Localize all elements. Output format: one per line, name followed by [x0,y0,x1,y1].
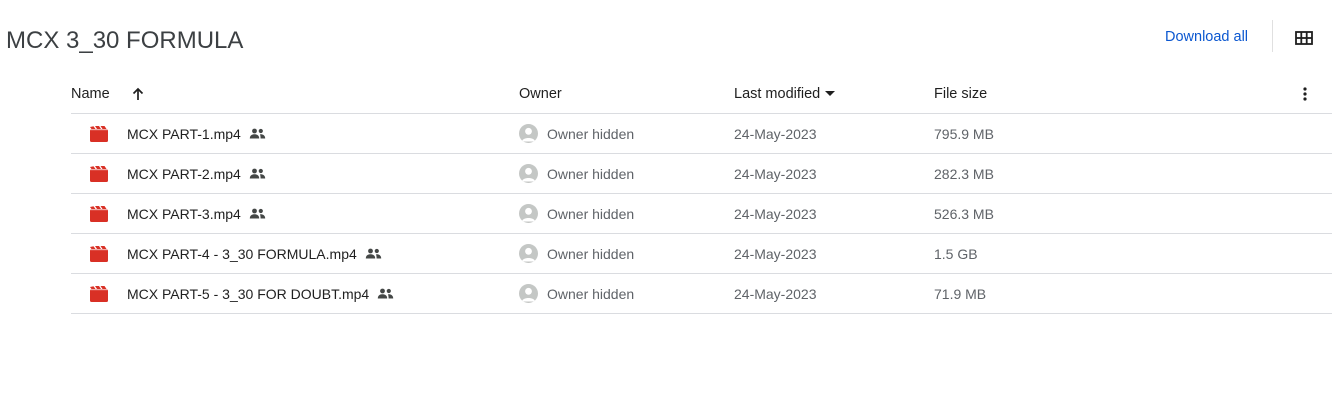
avatar-icon [519,204,538,223]
shared-people-icon [249,128,266,139]
owner-name: Owner hidden [547,205,635,222]
last-modified-cell: 24-May-2023 [734,125,817,142]
table-row[interactable]: MCX PART-5 - 3_30 FOR DOUBT.mp4 Owner hi… [71,274,1332,314]
shared-people-icon [365,248,382,259]
shared-people-icon [249,168,266,179]
file-name-cell[interactable]: MCX PART-5 - 3_30 FOR DOUBT.mp4 [127,274,394,313]
owner-cell: Owner hidden [519,234,634,273]
last-modified-cell: 24-May-2023 [734,205,817,222]
shared-people-icon [377,288,394,299]
video-file-icon [90,246,108,262]
file-size-cell: 795.9 MB [934,125,994,142]
avatar-icon [519,124,538,143]
shared-people-icon [249,208,266,219]
table-row[interactable]: MCX PART-2.mp4 Owner hidden 24-May-2023 … [71,154,1332,194]
header-divider [1272,20,1273,52]
avatar-icon [519,244,538,263]
table-row[interactable]: MCX PART-1.mp4 Owner hidden 24-May-2023 … [71,114,1332,154]
arrow-up-icon [132,87,144,100]
more-options-button[interactable] [1295,74,1315,113]
owner-cell: Owner hidden [519,194,634,233]
file-list-table: Name Owner Last modified File size MCX P… [71,74,1332,314]
owner-name: Owner hidden [547,125,635,142]
avatar-icon [519,284,538,303]
more-vert-icon [1303,86,1307,101]
file-size-cell: 71.9 MB [934,285,987,302]
last-modified-cell: 24-May-2023 [734,285,817,302]
table-row[interactable]: MCX PART-3.mp4 Owner hidden 24-May-2023 … [71,194,1332,234]
file-name: MCX PART-4 - 3_30 FORMULA.mp4 [127,245,357,262]
avatar-icon [519,164,538,183]
table-row[interactable]: MCX PART-4 - 3_30 FORMULA.mp4 Owner hidd… [71,234,1332,274]
file-size-cell: 526.3 MB [934,205,994,222]
column-header-last-modified[interactable]: Last modified [734,74,836,113]
column-header-name[interactable]: Name [71,74,110,113]
folder-header: MCX 3_30 FORMULA Download all [0,0,1337,78]
column-header-file-size[interactable]: File size [934,74,987,113]
video-file-icon [90,166,108,182]
owner-name: Owner hidden [547,285,635,302]
caret-down-icon [825,91,836,96]
owner-cell: Owner hidden [519,114,634,153]
last-modified-cell: 24-May-2023 [734,245,817,262]
file-name-cell[interactable]: MCX PART-1.mp4 [127,114,266,153]
download-all-button[interactable]: Download all [1165,28,1248,46]
video-file-icon [90,126,108,142]
table-header-row: Name Owner Last modified File size [71,74,1332,114]
file-name: MCX PART-2.mp4 [127,165,241,182]
column-header-last-modified-label: Last modified [734,85,821,102]
file-name: MCX PART-3.mp4 [127,205,241,222]
file-name-cell[interactable]: MCX PART-2.mp4 [127,154,266,193]
last-modified-cell: 24-May-2023 [734,165,817,182]
owner-name: Owner hidden [547,245,635,262]
owner-cell: Owner hidden [519,154,634,193]
owner-cell: Owner hidden [519,274,634,313]
sort-ascending-button[interactable] [131,74,145,113]
file-name-cell[interactable]: MCX PART-3.mp4 [127,194,266,233]
folder-title: MCX 3_30 FORMULA [6,27,244,54]
grid-view-button[interactable] [1292,26,1316,50]
video-file-icon [90,286,108,302]
owner-name: Owner hidden [547,165,635,182]
file-name: MCX PART-5 - 3_30 FOR DOUBT.mp4 [127,285,370,302]
column-header-owner[interactable]: Owner [519,74,562,113]
video-file-icon [90,206,108,222]
file-size-cell: 282.3 MB [934,165,994,182]
grid-view-icon [1295,31,1313,45]
table-body: MCX PART-1.mp4 Owner hidden 24-May-2023 … [71,114,1332,314]
file-name-cell[interactable]: MCX PART-4 - 3_30 FORMULA.mp4 [127,234,382,273]
file-size-cell: 1.5 GB [934,245,978,262]
file-name: MCX PART-1.mp4 [127,125,241,142]
